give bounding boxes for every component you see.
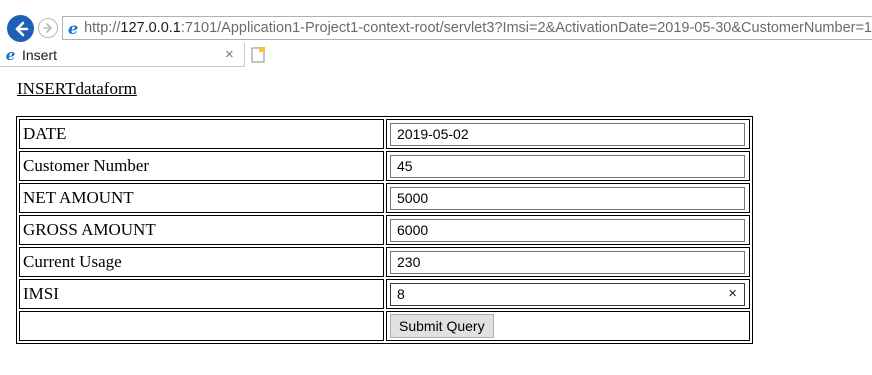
net-amount-input[interactable] bbox=[390, 186, 745, 210]
imsi-input[interactable] bbox=[390, 282, 745, 306]
table-row: Submit Query bbox=[19, 311, 750, 341]
date-input[interactable] bbox=[390, 122, 745, 146]
forward-arrow-icon bbox=[43, 23, 52, 33]
tab-insert[interactable]: e Insert × bbox=[0, 43, 245, 67]
table-row: DATE bbox=[19, 119, 750, 149]
back-button[interactable] bbox=[7, 15, 34, 42]
forward-button[interactable] bbox=[38, 18, 58, 38]
tab-title: Insert bbox=[22, 46, 58, 63]
table-row: Customer Number bbox=[19, 151, 750, 181]
browser-chrome: e http://127.0.0.1:7101/Application1-Pro… bbox=[0, 0, 872, 70]
ie-page-icon: e bbox=[67, 18, 79, 38]
tab-close-icon[interactable]: × bbox=[225, 46, 234, 63]
table-row: GROSS AMOUNT bbox=[19, 215, 750, 245]
insert-form-table: DATE Customer Number NET AMOUNT GROSS AM… bbox=[16, 116, 753, 344]
customer-number-label: Customer Number bbox=[19, 151, 384, 181]
table-row: NET AMOUNT bbox=[19, 183, 750, 213]
submit-query-button[interactable]: Submit Query bbox=[390, 314, 494, 338]
gross-amount-label: GROSS AMOUNT bbox=[19, 215, 384, 245]
back-arrow-icon bbox=[15, 21, 28, 36]
customer-number-input[interactable] bbox=[390, 154, 745, 178]
gross-amount-input[interactable] bbox=[390, 218, 745, 242]
imsi-field-wrap: × bbox=[390, 282, 745, 306]
current-usage-label: Current Usage bbox=[19, 247, 384, 277]
empty-label-cell bbox=[19, 311, 384, 341]
address-bar[interactable]: e http://127.0.0.1:7101/Application1-Pro… bbox=[62, 16, 872, 40]
date-label: DATE bbox=[19, 119, 384, 149]
url-text[interactable]: http://127.0.0.1:7101/Application1-Proje… bbox=[84, 20, 872, 36]
page-title: INSERTdataform bbox=[17, 79, 137, 98]
net-amount-label: NET AMOUNT bbox=[19, 183, 384, 213]
table-row: IMSI × bbox=[19, 279, 750, 309]
imsi-label: IMSI bbox=[19, 279, 384, 309]
new-tab-icon bbox=[251, 47, 265, 63]
table-row: Current Usage bbox=[19, 247, 750, 277]
new-tab-button[interactable] bbox=[248, 44, 268, 66]
ie-tab-icon: e bbox=[5, 45, 16, 64]
clear-input-icon[interactable]: × bbox=[728, 285, 737, 302]
current-usage-input[interactable] bbox=[390, 250, 745, 274]
